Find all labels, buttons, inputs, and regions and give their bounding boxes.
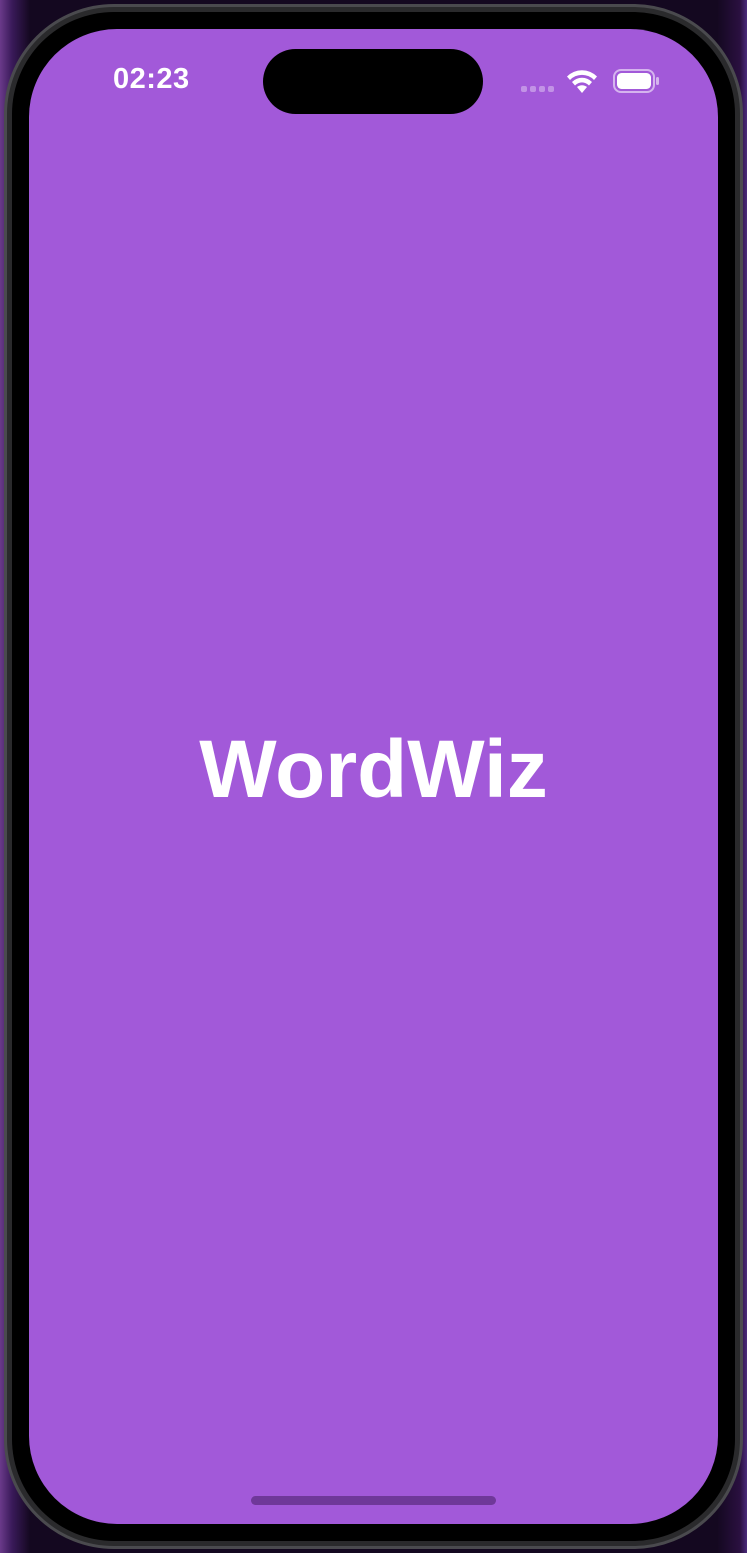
home-indicator[interactable] (251, 1496, 496, 1505)
status-bar-time: 02:23 (113, 63, 190, 95)
cellular-signal-icon (521, 86, 557, 92)
dynamic-island (263, 49, 483, 114)
wifi-icon (567, 70, 597, 93)
app-title: WordWiz (199, 724, 548, 815)
app-screen: 02:23 WordWiz (29, 29, 718, 1524)
battery-icon (613, 69, 659, 93)
